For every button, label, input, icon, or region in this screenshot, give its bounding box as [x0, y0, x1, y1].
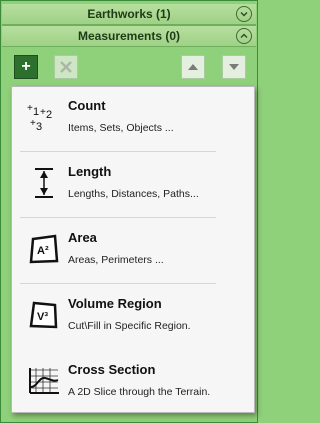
plus-icon: +: [21, 58, 31, 75]
earthworks-header[interactable]: Earthworks (1): [2, 4, 256, 25]
measurements-label: Measurements (0): [77, 29, 181, 43]
separator: [20, 217, 216, 218]
separator: [20, 151, 216, 152]
separator: [20, 283, 216, 284]
menu-item-description: Cut\Fill in Specific Region.: [68, 320, 191, 332]
cross-section-icon: [26, 361, 62, 401]
volume-region-icon: V³: [26, 295, 62, 335]
menu-item-description: Areas, Perimeters ...: [68, 254, 164, 266]
earthworks-label: Earthworks (1): [87, 7, 171, 21]
menu-item-area[interactable]: A² Area Areas, Perimeters ...: [12, 219, 254, 285]
count-icon: +1 +2 +3: [26, 97, 62, 137]
length-icon: [26, 163, 62, 203]
add-measurement-menu: +1 +2 +3 Count Items, Sets, Objects ...: [11, 86, 255, 413]
menu-item-title: Count: [68, 98, 106, 113]
delete-measurement-button[interactable]: [54, 55, 78, 79]
measurements-header[interactable]: Measurements (0): [2, 25, 256, 47]
svg-text:2: 2: [46, 109, 52, 121]
menu-item-title: Area: [68, 230, 97, 245]
triangle-down-icon: [229, 64, 239, 70]
menu-item-description: Items, Sets, Objects ...: [68, 122, 174, 134]
svg-text:V³: V³: [37, 311, 48, 323]
menu-item-description: A 2D Slice through the Terrain.: [68, 386, 211, 398]
menu-item-cross-section[interactable]: Cross Section A 2D Slice through the Ter…: [12, 351, 254, 417]
chevron-up-icon[interactable]: [236, 28, 252, 44]
menu-item-description: Lengths, Distances, Paths...: [68, 188, 199, 200]
close-icon: [60, 61, 72, 73]
menu-item-title: Cross Section: [68, 362, 156, 377]
menu-item-length[interactable]: Length Lengths, Distances, Paths...: [12, 153, 254, 219]
triangle-up-icon: [188, 64, 198, 70]
menu-item-volume-region[interactable]: V³ Volume Region Cut\Fill in Specific Re…: [12, 285, 254, 351]
menu-item-title: Length: [68, 164, 112, 179]
chevron-down-icon[interactable]: [236, 6, 252, 22]
menu-item-count[interactable]: +1 +2 +3 Count Items, Sets, Objects ...: [12, 87, 254, 153]
move-down-button[interactable]: [222, 55, 246, 79]
menu-item-title: Volume Region: [68, 296, 162, 311]
svg-text:A²: A²: [37, 245, 49, 257]
measurements-panel: Earthworks (1) Measurements (0) + + 1 + …: [0, 0, 258, 423]
add-measurement-button[interactable]: +: [14, 55, 38, 79]
move-up-button[interactable]: [181, 55, 205, 79]
area-icon: A²: [26, 229, 62, 269]
svg-text:3: 3: [36, 121, 42, 133]
svg-text:1: 1: [33, 106, 39, 118]
